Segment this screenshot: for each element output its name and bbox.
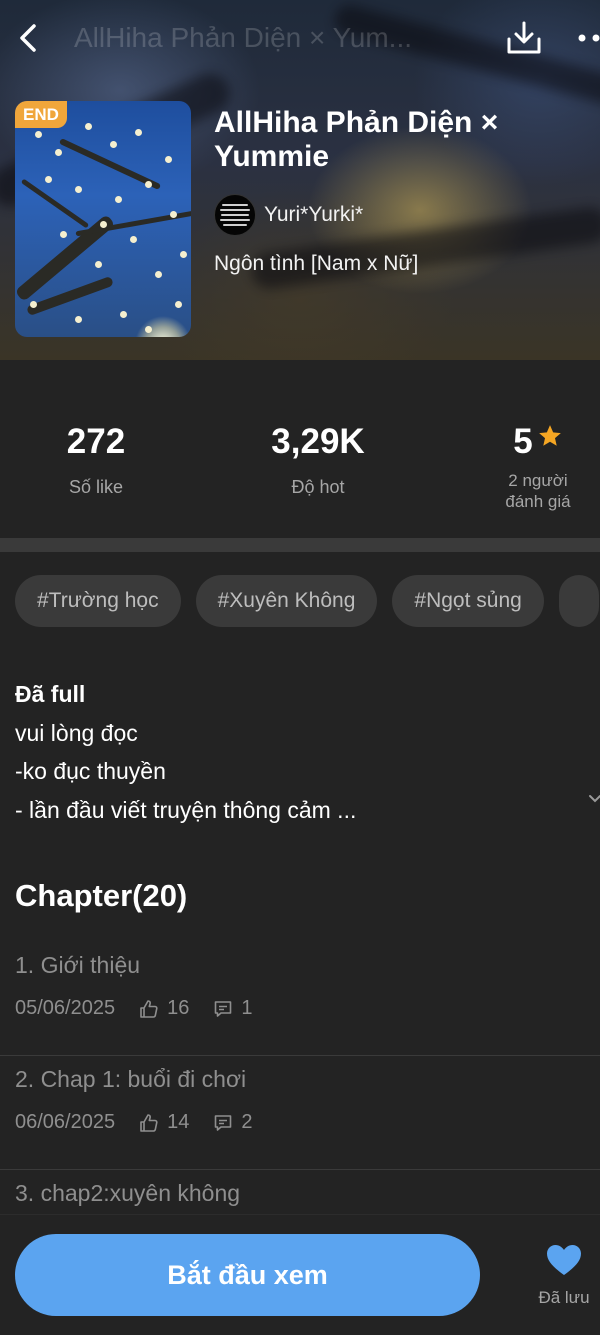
chapter-meta: 06/06/2025 14 2: [15, 1111, 252, 1134]
chapter-row[interactable]: 1. Giới thiệu 05/06/2025 16 1: [0, 942, 600, 1056]
expand-description-icon[interactable]: [588, 792, 600, 806]
author-row[interactable]: Yuri*Yurki*: [214, 194, 363, 236]
chapter-comments: 2: [241, 1111, 253, 1133]
tag-chip[interactable]: #Trường học: [15, 575, 181, 627]
chapter-heading: Chapter(20): [15, 878, 188, 913]
book-hero: AllHiha Phản Diện × Yum... END AllHiha P…: [0, 0, 600, 360]
saved-label: Đã lưu: [538, 1288, 590, 1307]
rating-count-label: 2 người: [508, 471, 568, 490]
start-reading-button[interactable]: Bắt đầu xem: [15, 1234, 480, 1316]
tag-chip[interactable]: #Xuyên Không: [195, 575, 378, 627]
star-icon: [538, 425, 561, 446]
chapter-row[interactable]: 2. Chap 1: buổi đi chơi 06/06/2025 14 2: [0, 1056, 600, 1170]
tag-list: #Trường học #Xuyên Không #Ngọt sủng: [15, 575, 599, 627]
header-title: AllHiha Phản Diện × Yum...: [74, 22, 413, 53]
bottom-bar: Bắt đầu xem Đã lưu: [0, 1214, 600, 1335]
description-line: -ko đục thuyền: [15, 758, 166, 784]
download-icon: [507, 21, 541, 54]
book-title: AllHiha Phản Diện × Yummie: [214, 106, 499, 173]
tag-chip[interactable]: #Ngọt sủng: [392, 575, 544, 627]
description: Đã full vui lòng đọc -ko đục thuyền - lầ…: [15, 675, 575, 829]
end-badge: END: [15, 101, 67, 128]
stat-rating[interactable]: 5 2 người đánh giá: [478, 422, 598, 512]
chevron-left-icon: [20, 24, 36, 52]
hot-label: Độ hot: [291, 477, 345, 497]
back-button[interactable]: [8, 16, 48, 60]
likes-label: Số like: [68, 477, 124, 497]
chapter-likes: 16: [167, 997, 190, 1019]
author-name: Yuri*Yurki*: [264, 203, 364, 226]
chapter-likes: 14: [167, 1111, 190, 1133]
heart-icon: [547, 1245, 581, 1275]
chapter-meta: 05/06/2025 16 1: [15, 997, 252, 1020]
stat-likes: 272 Số like: [36, 422, 156, 498]
chapter-title: 2. Chap 1: buổi đi chơi: [15, 1066, 247, 1092]
comment-icon: [215, 1000, 232, 1017]
tag-chip-partial[interactable]: [558, 575, 599, 627]
likes-count: 272: [66, 422, 126, 461]
chapter-date: 05/06/2025: [15, 997, 116, 1019]
book-genre: Ngôn tình [Nam x Nữ]: [214, 252, 419, 275]
top-bar: AllHiha Phản Diện × Yum...: [0, 0, 600, 78]
comment-icon: [215, 1114, 232, 1131]
chapter-title: 1. Giới thiệu: [15, 952, 141, 978]
chapter-date: 06/06/2025: [15, 1111, 116, 1133]
more-button[interactable]: [570, 16, 600, 60]
chapter-comments: 1: [241, 997, 253, 1019]
description-line: Đã full: [15, 681, 86, 707]
hot-count: 3,29K: [271, 422, 365, 461]
stats-panel: 272 Số like 3,29K Độ hot 5 2 người đánh …: [0, 360, 600, 538]
description-line: - lần đầu viết truyện thông cảm ...: [15, 796, 357, 823]
description-line: vui lòng đọc: [15, 719, 138, 746]
download-button[interactable]: [502, 16, 546, 60]
rating-caption: đánh giá: [505, 492, 571, 511]
stat-hot: 3,29K Độ hot: [248, 422, 388, 498]
book-cover[interactable]: [15, 101, 191, 337]
saved-button[interactable]: Đã lưu: [528, 1243, 600, 1308]
thumbs-up-icon: [140, 999, 158, 1018]
author-avatar: [214, 194, 256, 236]
thumbs-up-icon: [140, 1113, 158, 1132]
chapter-title: 3. chap2:xuyên không: [15, 1180, 241, 1206]
section-divider: [0, 538, 600, 552]
more-dots-icon: [578, 34, 600, 42]
rating-value: 5: [513, 422, 533, 461]
